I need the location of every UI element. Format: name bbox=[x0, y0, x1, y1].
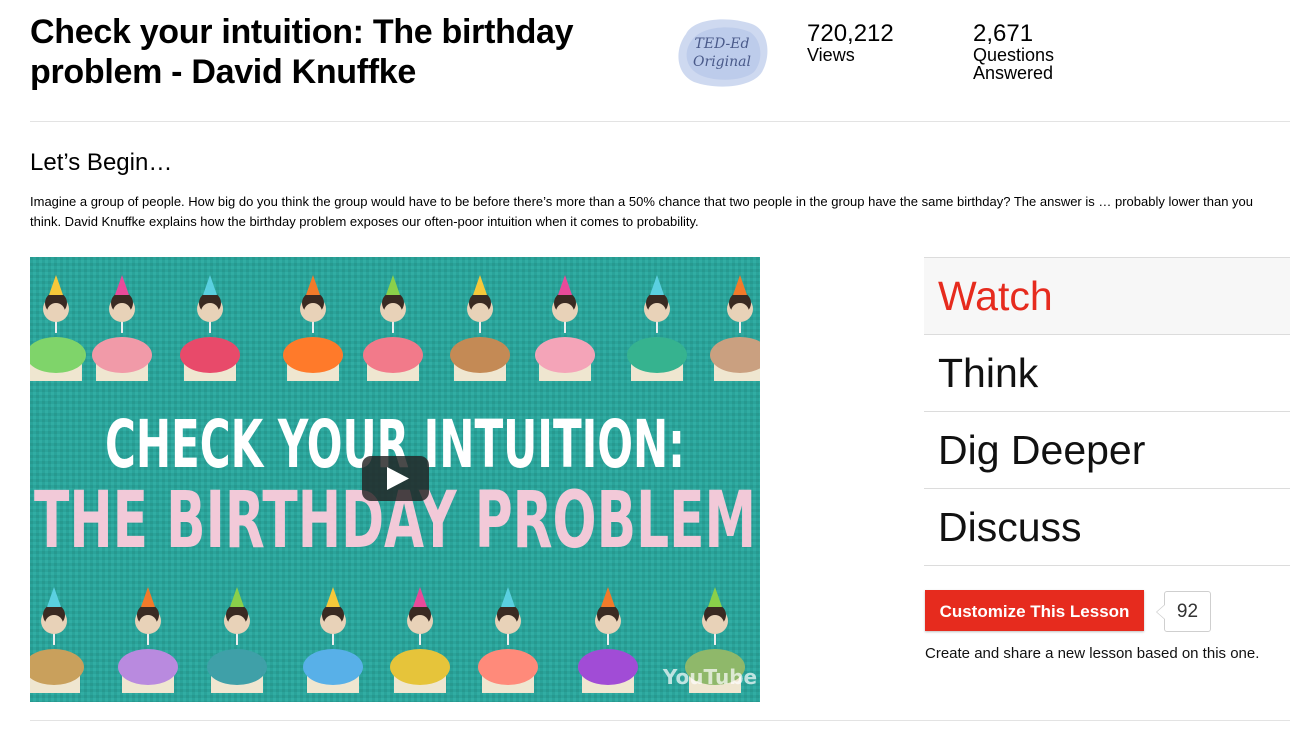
questions-stat: 2,671 Questions Answered bbox=[973, 20, 1055, 83]
svg-text:TED-Ed: TED-Ed bbox=[695, 36, 750, 52]
svg-text:Original: Original bbox=[693, 54, 751, 70]
tab-dig-deeper[interactable]: Dig Deeper bbox=[924, 411, 1290, 488]
customize-count-badge: 92 bbox=[1156, 591, 1211, 632]
tab-watch[interactable]: Watch bbox=[924, 257, 1290, 334]
customize-note: Create and share a new lesson based on t… bbox=[925, 645, 1260, 662]
views-label: Views bbox=[807, 45, 855, 65]
play-button[interactable] bbox=[362, 456, 429, 501]
tab-discuss[interactable]: Discuss bbox=[924, 488, 1290, 566]
lesson-title: Check your intuition: The birthday probl… bbox=[30, 13, 574, 91]
header-divider bbox=[30, 121, 1290, 122]
footer-divider bbox=[30, 720, 1290, 721]
views-stat: 720,212 Views bbox=[807, 20, 894, 65]
views-count: 720,212 bbox=[807, 20, 894, 47]
questions-label-line-1: Questions bbox=[973, 45, 1055, 65]
youtube-watermark[interactable]: YouTube bbox=[662, 665, 757, 689]
questions-label-line-2: Answered bbox=[973, 63, 1054, 83]
questions-count: 2,671 bbox=[973, 20, 1034, 47]
section-heading: Let’s Begin… bbox=[30, 149, 173, 176]
lesson-nav: Watch Think Dig Deeper Discuss bbox=[924, 257, 1290, 566]
ted-ed-original-badge: TED-Ed Original bbox=[672, 10, 772, 90]
customize-lesson-button[interactable]: Customize This Lesson bbox=[925, 590, 1144, 631]
tab-think[interactable]: Think bbox=[924, 334, 1290, 411]
video-player[interactable]: CHECK YOUR INTUITION: THE BIRTHDAY PROBL… bbox=[30, 257, 760, 702]
lesson-description: Imagine a group of people. How big do yo… bbox=[30, 194, 1254, 229]
